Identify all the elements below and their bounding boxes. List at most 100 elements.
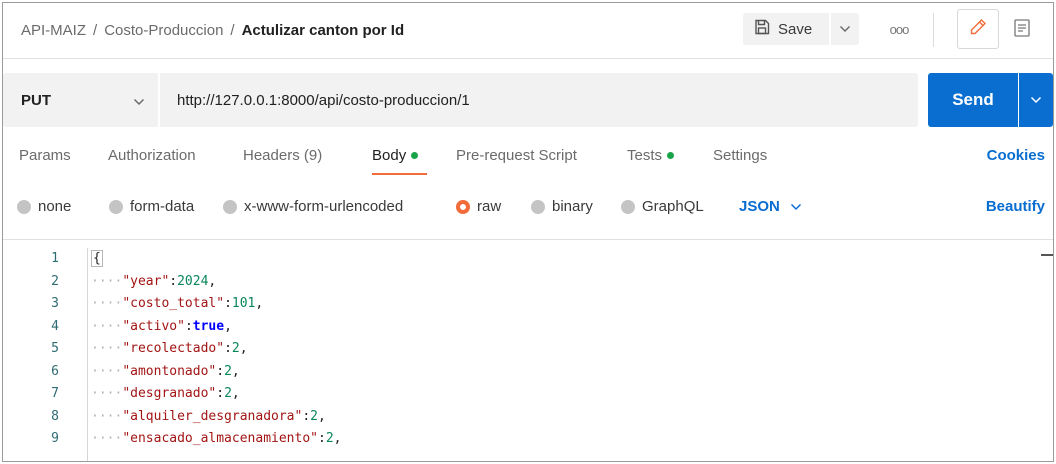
indent-whitespace: ···· — [91, 273, 123, 289]
json-value: true — [192, 318, 225, 334]
save-button[interactable]: Save — [743, 13, 829, 45]
chevron-down-icon — [1030, 91, 1042, 109]
line-number: 7 — [51, 386, 59, 401]
indent-whitespace: ···· — [91, 408, 123, 424]
status-dot — [411, 151, 419, 159]
save-options-button[interactable] — [831, 13, 859, 45]
line-number: 9 — [51, 431, 59, 446]
more-icon: ooo — [889, 21, 910, 37]
tab-params[interactable]: Params — [19, 147, 71, 164]
request-window: API-MAIZ / Costo-Produccion / Actulizar cant… — [2, 2, 1054, 462]
radio-label: raw — [477, 198, 502, 215]
save-icon — [753, 18, 771, 41]
documentation-button[interactable] — [1005, 13, 1039, 47]
format-label: JSON — [739, 198, 780, 215]
chevron-down-icon — [780, 198, 802, 215]
tab-tests[interactable]: Tests — [627, 147, 675, 164]
json-value: 2 — [310, 408, 318, 424]
radio-circle — [17, 199, 31, 214]
body-type-selector: none form-data x-www-form-urlencoded raw… — [3, 197, 1053, 221]
url-input[interactable] — [160, 73, 918, 127]
json-key: "activo" — [122, 318, 185, 334]
code-line: ····"ensacado_almacenamiento":2, — [91, 431, 342, 446]
json-key: "recolectado" — [122, 341, 225, 356]
cookies-link[interactable]: Cookies — [987, 147, 1045, 164]
radio-form-data[interactable]: form-data — [109, 198, 194, 215]
method-label: PUT — [21, 91, 51, 109]
code-line: ····"alquiler_desgranadora":2, — [91, 408, 326, 424]
breadcrumb-separator: / — [230, 22, 235, 39]
more-actions-button[interactable]: ooo — [887, 16, 911, 42]
radio-x-www-form-urlencoded[interactable]: x-www-form-urlencoded — [223, 198, 403, 215]
indent-whitespace: ···· — [91, 386, 123, 401]
radio-label: x-www-form-urlencoded — [244, 198, 404, 215]
request-name[interactable]: Actulizar canton por Id — [242, 22, 405, 39]
active-tab-indicator — [372, 173, 427, 175]
radio-binary[interactable]: binary — [531, 198, 593, 215]
radio-none[interactable]: none — [17, 198, 71, 215]
send-options-button[interactable] — [1019, 73, 1053, 127]
breadcrumb-folder[interactable]: Costo-Produccion — [104, 22, 223, 39]
tab-body[interactable]: Body — [372, 147, 419, 164]
tab-settings[interactable]: Settings — [713, 147, 767, 164]
code-line: ····"recolectado":2, — [91, 341, 248, 356]
edit-button[interactable] — [957, 9, 999, 49]
radio-graphql[interactable]: GraphQL — [621, 198, 704, 215]
radio-circle — [621, 199, 635, 214]
status-dot — [667, 151, 675, 159]
tab-tests-label: Tests — [627, 147, 663, 164]
json-value: 2 — [224, 386, 232, 401]
document-icon — [1013, 18, 1031, 43]
scrollbar-thumb[interactable] — [1041, 254, 1053, 256]
indent-whitespace: ···· — [91, 363, 123, 379]
radio-circle — [531, 199, 545, 214]
json-key: "year" — [122, 273, 170, 289]
request-tabs: Params Authorization Headers (9) Body Pr… — [3, 147, 1053, 177]
radio-circle-selected — [456, 199, 470, 214]
breadcrumb: API-MAIZ / Costo-Produccion / Actulizar cant… — [21, 22, 404, 39]
format-select[interactable]: JSON — [739, 198, 802, 215]
line-number: 4 — [51, 318, 59, 334]
indent-whitespace: ···· — [91, 341, 123, 356]
line-number: 3 — [51, 296, 59, 311]
indent-whitespace: ···· — [91, 318, 123, 334]
method-select[interactable]: PUT — [3, 73, 158, 127]
radio-raw[interactable]: raw — [456, 198, 501, 215]
title-bar: API-MAIZ / Costo-Produccion / Actulizar cant… — [3, 3, 1053, 59]
code-content[interactable]: { ····"year":2024, ····"costo_total":101, ·… — [91, 248, 341, 451]
code-editor[interactable]: 123456789 {····"year":2024, ····"costo_to… — [3, 239, 1053, 461]
chevron-down-icon — [133, 93, 145, 111]
beautify-link[interactable]: Beautify — [986, 198, 1045, 215]
send-label: Send — [952, 90, 994, 109]
indent-whitespace: ···· — [91, 431, 123, 446]
radio-circle — [223, 199, 237, 214]
tab-authorization[interactable]: Authorization — [108, 147, 196, 164]
line-number: 5 — [51, 341, 59, 356]
code-line: ····"activo":true, — [91, 318, 232, 334]
radio-label: none — [38, 198, 72, 215]
tab-pre-request-script[interactable]: Pre-request Script — [456, 147, 577, 164]
send-button[interactable]: Send — [928, 73, 1018, 127]
json-value: 2 — [224, 363, 232, 379]
line-number-gutter: 1 2 3 4 5 6 7 8 9 — [3, 248, 83, 451]
json-key: "ensacado_almacenamiento" — [122, 431, 318, 446]
gutter-divider — [87, 248, 88, 461]
json-value: 101 — [231, 296, 256, 311]
code-line: { — [91, 248, 341, 271]
radio-label: binary — [552, 198, 593, 215]
save-label: Save — [778, 20, 813, 38]
tab-headers[interactable]: Headers (9) — [243, 147, 322, 164]
code-line: ····"year":2024, — [91, 273, 217, 289]
tab-body-label: Body — [372, 147, 407, 164]
line-number: 8 — [51, 408, 59, 424]
json-key: "costo_total" — [122, 296, 225, 311]
breadcrumb-collection[interactable]: API-MAIZ — [21, 22, 86, 39]
json-key: "desgranado" — [122, 386, 217, 401]
line-number: 2 — [51, 273, 59, 289]
code-line: ····"costo_total":101, — [91, 296, 264, 311]
line-number: 1 — [51, 251, 59, 266]
radio-label: GraphQL — [642, 198, 704, 215]
chevron-down-icon — [839, 20, 851, 38]
code-line: ····"amontonado":2, — [91, 363, 240, 379]
json-value: 2 — [231, 341, 240, 356]
